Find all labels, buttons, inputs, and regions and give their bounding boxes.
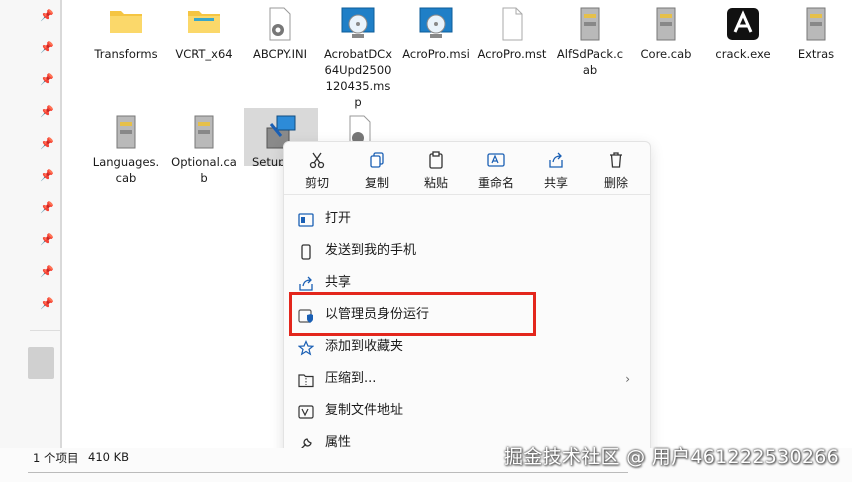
trash-icon	[588, 150, 644, 170]
folder-icon	[108, 6, 144, 42]
annotation-highlight-box	[289, 292, 536, 336]
status-divider	[28, 472, 628, 473]
delete-label: 删除	[603, 176, 628, 190]
acrobat-app-icon	[725, 6, 761, 42]
delete-button[interactable]: 删除	[588, 150, 644, 191]
chevron-right-icon: ›	[625, 372, 630, 386]
menu-item-compress-to[interactable]: 压缩到... ›	[290, 365, 642, 393]
pin-icon[interactable]: 📌	[40, 202, 54, 214]
file-name: Languages.cab	[92, 155, 160, 185]
menu-item-add-to-favorites[interactable]: 添加到收藏夹	[290, 333, 642, 361]
settings-file-icon	[262, 6, 298, 42]
file-item[interactable]: Extras	[780, 0, 852, 62]
menu-item-open[interactable]: 打开	[290, 205, 642, 233]
folder-icon	[186, 6, 222, 42]
pin-icon[interactable]: 📌	[40, 10, 54, 22]
open-window-icon	[298, 211, 314, 227]
pin-icon[interactable]: 📌	[40, 138, 54, 150]
pin-icon[interactable]: 📌	[40, 170, 54, 182]
share-button[interactable]: 共享	[528, 150, 584, 191]
copy-path-icon	[298, 403, 314, 419]
nav-scrollbar-thumb[interactable]	[28, 347, 54, 379]
file-name: crack.exe	[715, 47, 771, 61]
cabinet-file-icon	[798, 6, 834, 42]
pin-icon[interactable]: 📌	[40, 234, 54, 246]
paste-label: 粘贴	[423, 176, 448, 190]
copy-button[interactable]: 复制	[349, 150, 405, 191]
cabinet-file-icon	[572, 6, 608, 42]
file-item[interactable]: Core.cab	[630, 0, 702, 62]
file-item[interactable]: AlfSdPack.cab	[554, 0, 626, 78]
paste-icon	[408, 150, 464, 170]
phone-icon	[298, 243, 314, 260]
rename-icon	[468, 150, 524, 170]
file-item[interactable]: Transforms	[90, 0, 162, 62]
file-item[interactable]: crack.exe	[707, 0, 779, 62]
menu-item-send-to-phone[interactable]: 发送到我的手机	[290, 237, 642, 265]
navigation-pane: 📌 📌 📌 📌 📌 📌 📌 📌 📌 📌	[0, 0, 62, 448]
cut-button[interactable]: 剪切	[289, 150, 345, 191]
nav-divider	[30, 330, 62, 331]
menu-item-label: 打开	[325, 211, 352, 226]
pin-icon[interactable]: 📌	[40, 298, 54, 310]
file-item[interactable]: AcroPro.msi	[400, 0, 472, 62]
cabinet-file-icon	[186, 114, 222, 150]
file-item[interactable]: VCRT_x64	[168, 0, 240, 62]
rename-label: 重命名	[477, 176, 514, 190]
share-label: 共享	[543, 176, 568, 190]
watermark-text: 掘金技术社区 @ 用户461222530266	[504, 446, 840, 468]
cabinet-file-icon	[108, 114, 144, 150]
cut-label: 剪切	[304, 176, 329, 190]
file-item[interactable]: AcrobatDCx64Upd2500120435.msp	[322, 0, 394, 110]
zip-folder-icon	[298, 371, 314, 388]
file-name: AcroPro.mst	[477, 47, 547, 61]
file-name: ABCPY.INI	[252, 47, 307, 61]
share-icon	[528, 150, 584, 170]
installer-disc-icon	[340, 6, 376, 42]
share-icon	[298, 275, 314, 291]
file-item[interactable]: Optional.cab	[168, 108, 240, 186]
scissors-icon	[289, 150, 345, 170]
item-count: 1 个项目	[33, 451, 79, 465]
rename-button[interactable]: 重命名	[468, 150, 524, 191]
file-name: AcrobatDCx64Upd2500120435.msp	[323, 47, 393, 109]
file-name: Optional.cab	[171, 155, 237, 185]
pin-icon[interactable]: 📌	[40, 42, 54, 54]
file-item[interactable]: Languages.cab	[90, 108, 162, 186]
menu-item-label: 发送到我的手机	[325, 243, 417, 258]
file-name: VCRT_x64	[175, 47, 233, 61]
cabinet-file-icon	[648, 6, 684, 42]
file-name: Extras	[797, 47, 835, 61]
file-name: Core.cab	[640, 47, 692, 61]
pin-icon[interactable]: 📌	[40, 74, 54, 86]
blank-file-icon	[494, 6, 530, 42]
file-item[interactable]: ABCPY.INI	[244, 0, 316, 62]
copy-label: 复制	[364, 176, 389, 190]
copy-icon	[349, 150, 405, 170]
paste-button[interactable]: 粘贴	[408, 150, 464, 191]
menu-item-label: 添加到收藏夹	[325, 339, 404, 354]
installer-disc-icon	[418, 6, 454, 42]
menu-divider	[284, 194, 650, 195]
file-name: Transforms	[94, 47, 158, 61]
selection-size: 410 KB	[88, 450, 130, 464]
menu-item-copy-path[interactable]: 复制文件地址	[290, 397, 642, 425]
file-item[interactable]: AcroPro.mst	[476, 0, 548, 62]
pin-icon[interactable]: 📌	[40, 266, 54, 278]
star-icon	[297, 339, 315, 356]
pin-icon[interactable]: 📌	[40, 106, 54, 118]
menu-item-label: 压缩到...	[325, 371, 377, 386]
menu-item-label: 复制文件地址	[325, 403, 404, 418]
file-name: AcroPro.msi	[402, 47, 470, 61]
file-name: AlfSdPack.cab	[556, 47, 624, 77]
